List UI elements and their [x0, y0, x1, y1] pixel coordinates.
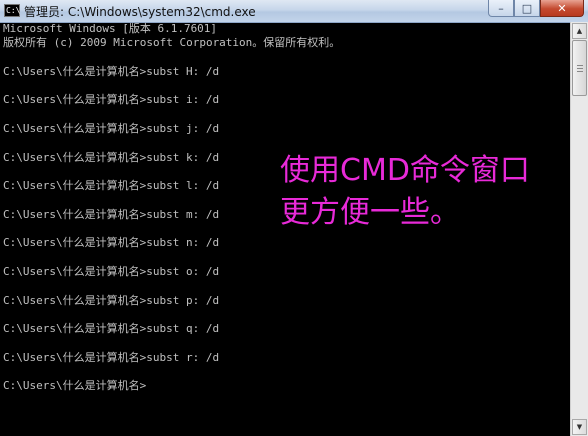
console-line: 版权所有 (c) 2009 Microsoft Corporation。保留所有… — [3, 36, 341, 50]
window-controls: – □ ✕ — [488, 0, 584, 18]
thumb-grip — [577, 71, 583, 72]
cmd-icon-label: C:\ — [6, 6, 21, 15]
scroll-down-arrow-icon[interactable]: ▼ — [572, 419, 587, 435]
minimize-button[interactable]: – — [488, 0, 514, 17]
console-line: C:\Users\什么是计算机名>subst q: /d — [3, 322, 220, 336]
console-line: C:\Users\什么是计算机名>subst p: /d — [3, 293, 220, 307]
console-line: Microsoft Windows [版本 6.1.7601] — [3, 22, 218, 35]
console-line: C:\Users\什么是计算机名> — [3, 379, 147, 393]
console-line: C:\Users\什么是计算机名>subst i: /d — [3, 93, 220, 107]
close-button[interactable]: ✕ — [540, 0, 584, 17]
console-line: C:\Users\什么是计算机名>subst r: /d — [3, 350, 220, 364]
console-line: C:\Users\什么是计算机名>subst H: /d — [3, 64, 220, 78]
scroll-up-arrow-icon[interactable]: ▲ — [572, 23, 587, 39]
scroll-thumb[interactable] — [572, 40, 587, 96]
console-line: C:\Users\什么是计算机名>subst o: /d — [3, 265, 220, 279]
title-bar[interactable]: C:\ 管理员: C:\Windows\system32\cmd.exe – □… — [0, 0, 588, 23]
vertical-scrollbar[interactable]: ▲ ▼ — [570, 22, 588, 436]
thumb-grip — [577, 65, 583, 66]
thumb-grip — [577, 68, 583, 69]
console-line: C:\Users\什么是计算机名>subst j: /d — [3, 122, 220, 136]
annotation-text: 使用CMD命令窗口更方便一些。 — [280, 153, 530, 230]
cmd-icon: C:\ — [4, 4, 20, 17]
console-line: C:\Users\什么是计算机名>subst n: /d — [3, 236, 220, 250]
window-title: 管理员: C:\Windows\system32\cmd.exe — [24, 5, 256, 19]
cmd-window: C:\ 管理员: C:\Windows\system32\cmd.exe – □… — [0, 0, 588, 436]
maximize-button[interactable]: □ — [514, 0, 540, 17]
